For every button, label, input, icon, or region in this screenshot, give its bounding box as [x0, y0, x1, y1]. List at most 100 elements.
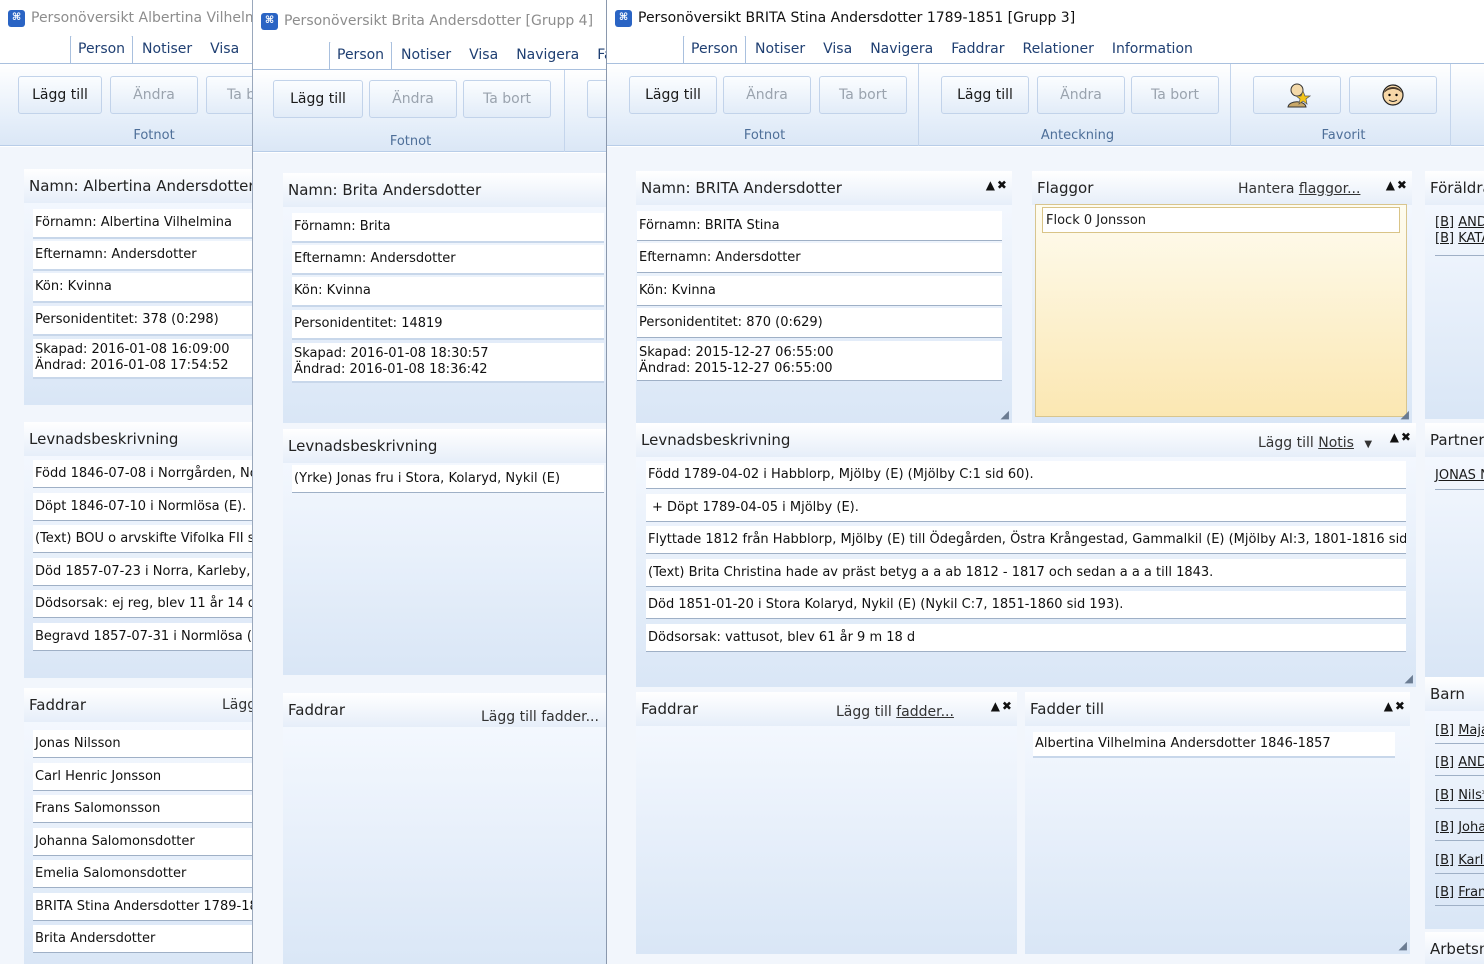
add-godparent-link[interactable]: Lägg till fadder...: [836, 704, 954, 720]
person-id-field[interactable]: Personidentitet: 870 (0:629): [637, 308, 1002, 338]
tab-faddrar[interactable]: Faddrar: [942, 40, 1013, 63]
title-bar[interactable]: ⌘ Personöversikt BRITA Stina Andersdotte…: [607, 0, 1484, 36]
tab-visa[interactable]: Visa: [201, 40, 248, 63]
edit-note-button[interactable]: Ändra: [1037, 76, 1125, 114]
window-brita-stina[interactable]: ⌘ Personöversikt BRITA Stina Andersdotte…: [606, 0, 1484, 964]
tab-notiser[interactable]: Notiser: [392, 46, 460, 69]
title-bar[interactable]: ⌘ Personöversikt Brita Andersdotter [Gru…: [253, 0, 607, 42]
edit-footnote-button[interactable]: Ändra: [369, 80, 457, 118]
list-item[interactable]: Död 1857-07-23 i Norra, Karleby, No: [33, 558, 252, 586]
resize-grip-icon[interactable]: ◢: [1399, 939, 1407, 952]
delete-note-button[interactable]: Ta bort: [1131, 76, 1219, 114]
edit-footnote-button[interactable]: Ändra: [110, 76, 198, 114]
resize-grip-icon[interactable]: ◢: [1405, 672, 1413, 685]
delete-footnote-button[interactable]: Ta bort: [819, 76, 907, 114]
gender-field[interactable]: Kön: Kvinna: [637, 276, 1002, 306]
list-item[interactable]: Dödsorsak: ej reg, blev 11 år 14 dgr: [33, 590, 252, 618]
partner-item[interactable]: JONAS NILSSON: [1435, 468, 1484, 483]
list-item[interactable]: Flyttade 1812 från Habblorp, Mjölby (E) …: [646, 526, 1406, 554]
list-item[interactable]: Emelia Salomonsdotter: [33, 860, 252, 888]
panel-title: Faddrar: [24, 688, 252, 722]
firstname-field[interactable]: Förnamn: Albertina Vilhelmina: [33, 209, 252, 239]
panel-controls[interactable]: ▲✖: [991, 699, 1014, 713]
chevron-down-icon[interactable]: ▼: [1364, 439, 1372, 450]
resize-grip-icon[interactable]: ◢: [1001, 408, 1009, 421]
child-item[interactable]: [B] Johanna: [1435, 820, 1484, 835]
list-item[interactable]: Begravd 1857-07-31 i Normlösa (E).: [33, 623, 252, 651]
parent-item[interactable]: [B] ANDERS: [1435, 215, 1484, 230]
list-item[interactable]: (Yrke) Jonas fru i Stora, Kolaryd, Nykil…: [292, 465, 604, 493]
lastname-field[interactable]: Efternamn: Andersdotter: [637, 243, 1002, 273]
tab-navigera[interactable]: Navigera: [861, 40, 942, 63]
delete-footnote-button[interactable]: Ta bort: [206, 76, 252, 114]
list-item[interactable]: Döpt 1846-07-10 i Normlösa (E).: [33, 493, 252, 521]
list-item[interactable]: Albertina Vilhelmina Andersdotter 1846-1…: [1033, 732, 1395, 758]
parents-panel: Föräldrar [B] ANDERS [B] KATARINA: [1425, 171, 1484, 419]
child-item[interactable]: [B] Frans: [1435, 885, 1484, 900]
child-item[interactable]: [B] ANDERS: [1435, 755, 1484, 770]
list-item[interactable]: + Döpt 1789-04-05 i Mjölby (E).: [646, 494, 1406, 522]
add-note-button[interactable]: Lägg till: [941, 76, 1029, 114]
list-item[interactable]: Död 1851-01-20 i Stora Kolaryd, Nykil (E…: [646, 591, 1406, 619]
child-item[interactable]: [B] Maja: [1435, 723, 1484, 738]
list-item[interactable]: (Text) BOU o arvskifte Vifolka FII s: [33, 525, 252, 553]
edit-footnote-button[interactable]: Ändra: [723, 76, 811, 114]
title-bar[interactable]: ⌘ Personöversikt Albertina Vilhelmina An…: [0, 0, 252, 36]
person-id-field[interactable]: Personidentitet: 378 (0:298): [33, 306, 252, 336]
firstname-field[interactable]: Förnamn: BRITA Stina: [637, 211, 1002, 241]
list-item[interactable]: Frans Salomonsson: [33, 795, 252, 823]
list-item[interactable]: Född 1846-07-08 i Norrgården, Norra: [33, 460, 252, 488]
tab-notiser[interactable]: Notiser: [133, 40, 201, 63]
child-item[interactable]: [B] Nils*: [1435, 788, 1484, 803]
list-item[interactable]: Carl Henric Jonsson: [33, 763, 252, 791]
delete-footnote-button[interactable]: Ta bort: [463, 80, 551, 118]
tab-navigera[interactable]: Navigera: [507, 46, 588, 69]
timestamps-field[interactable]: Skapad: 2016-01-08 16:09:00 Ändrad: 2016…: [33, 339, 252, 379]
panel-controls[interactable]: ▲✖: [1384, 699, 1407, 713]
tab-faddrar[interactable]: Faddrar: [588, 46, 607, 69]
tab-person[interactable]: Person: [70, 36, 134, 63]
firstname-field[interactable]: Förnamn: Brita: [292, 213, 604, 243]
add-footnote-button[interactable]: Lägg till: [629, 76, 717, 114]
tab-person[interactable]: Person: [683, 36, 747, 63]
panel-controls[interactable]: ▲✖: [986, 178, 1009, 192]
list-item[interactable]: BRITA Stina Andersdotter 1789-1851: [33, 893, 252, 921]
tab-information[interactable]: Information: [1103, 40, 1202, 63]
tab-visa[interactable]: Visa: [460, 46, 507, 69]
add-note-link[interactable]: Lägg till Notis ▼: [1258, 435, 1372, 451]
tab-relationer[interactable]: Relationer: [1013, 40, 1102, 63]
face-icon[interactable]: [1349, 76, 1437, 114]
parent-item[interactable]: [B] KATARINA: [1435, 231, 1484, 246]
add-godparent-link[interactable]: Lägg till fadder...: [481, 709, 599, 725]
window-albertina[interactable]: ⌘ Personöversikt Albertina Vilhelmina An…: [0, 0, 252, 964]
timestamps-field[interactable]: Skapad: 2016-01-08 18:30:57 Ändrad: 2016…: [292, 343, 604, 383]
add-footnote-button[interactable]: Lägg till: [18, 76, 102, 114]
resize-grip-icon[interactable]: ◢: [1401, 408, 1409, 421]
list-item[interactable]: Brita Andersdotter: [33, 925, 252, 953]
gender-field[interactable]: Kön: Kvinna: [292, 277, 604, 307]
list-item[interactable]: Johanna Salomonsdotter: [33, 828, 252, 856]
gender-field[interactable]: Kön: Kvinna: [33, 273, 252, 303]
timestamps-field[interactable]: Skapad: 2015-12-27 06:55:00 Ändrad: 2015…: [637, 341, 1002, 381]
tab-visa[interactable]: Visa: [814, 40, 861, 63]
person-star-icon[interactable]: [1253, 76, 1341, 114]
person-id-field[interactable]: Personidentitet: 14819: [292, 310, 604, 340]
tab-notiser[interactable]: Notiser: [746, 40, 814, 63]
list-item[interactable]: Född 1789-04-02 i Habblorp, Mjölby (E) (…: [646, 461, 1406, 489]
window-brita[interactable]: ⌘ Personöversikt Brita Andersdotter [Gru…: [252, 0, 607, 964]
lastname-field[interactable]: Efternamn: Andersdotter: [33, 241, 252, 271]
flag-item[interactable]: Flock 0 Jonsson: [1042, 207, 1400, 233]
add-godparent-link[interactable]: Lägg till fadder...: [222, 697, 252, 713]
child-item[interactable]: [B] Karl*: [1435, 853, 1484, 868]
panel-controls[interactable]: ▲✖: [1386, 178, 1409, 192]
add-footnote-button[interactable]: Lägg till: [273, 80, 363, 118]
next-group-button[interactable]: [587, 80, 607, 118]
lastname-field[interactable]: Efternamn: Andersdotter: [292, 245, 604, 275]
list-item[interactable]: Dödsorsak: vattusot, blev 61 år 9 m 18 d: [646, 624, 1406, 652]
list-item[interactable]: Jonas Nilsson: [33, 730, 252, 758]
panel-title: Namn: Albertina Andersdotter: [24, 169, 252, 203]
list-item[interactable]: (Text) Brita Christina hade av präst bet…: [646, 559, 1406, 587]
tab-person[interactable]: Person: [329, 42, 393, 69]
manage-flags-link[interactable]: Hantera flaggor...: [1238, 181, 1360, 197]
panel-controls[interactable]: ▲✖: [1390, 430, 1413, 444]
